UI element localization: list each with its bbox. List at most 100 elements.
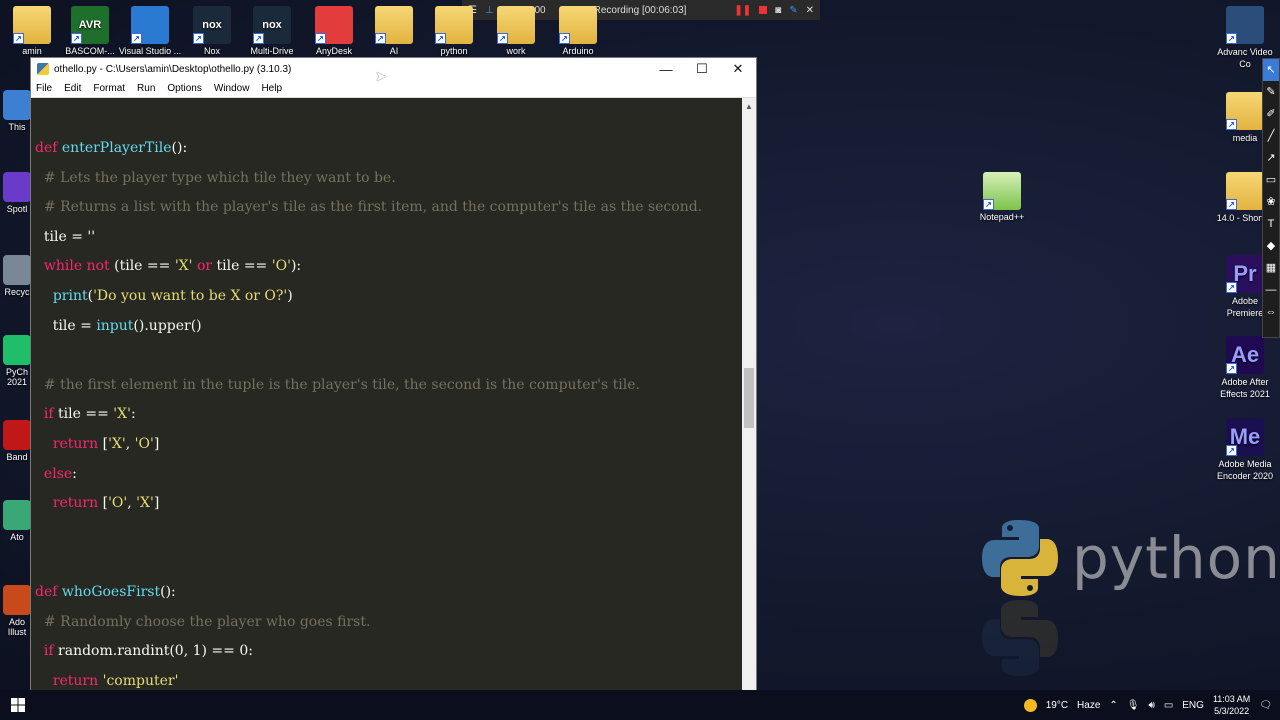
weather-description[interactable]: Haze: [1077, 700, 1100, 711]
shortcut-arrow-icon: ↗: [1226, 445, 1237, 456]
eraser-icon[interactable]: ◆: [1263, 235, 1279, 257]
camera-icon[interactable]: ◙: [775, 5, 781, 16]
volume-icon[interactable]: 🔊︎: [1149, 700, 1155, 711]
atom-icon: [3, 500, 31, 530]
code-token: if: [43, 406, 54, 423]
menu-run[interactable]: Run: [137, 83, 155, 94]
pause-icon[interactable]: ❚❚: [734, 5, 751, 16]
code-token: whoGoesFirst: [61, 583, 161, 600]
desktop-icon-after-effects[interactable]: Ae ↗ Adobe After Effects 2021: [1214, 336, 1276, 400]
menu-edit[interactable]: Edit: [64, 83, 81, 94]
anydesk-icon: ↗: [315, 6, 353, 44]
visual-studio-code-icon: ↗: [131, 6, 169, 44]
desktop-icon-label: Band: [6, 452, 28, 462]
language-indicator[interactable]: ENG: [1182, 700, 1204, 711]
pencil-icon[interactable]: ✎: [1263, 81, 1279, 103]
code-editor[interactable]: def enterPlayerTile(): # Lets the player…: [31, 98, 743, 720]
python-logo: python: [980, 518, 1280, 678]
weather-temperature[interactable]: 19°C: [1046, 700, 1068, 711]
desktop-icon-bandicam[interactable]: Band: [0, 420, 34, 462]
palette-icon[interactable]: ❀: [1263, 191, 1279, 213]
desktop-icon-visual-studio[interactable]: ↗ Visual Studio ...: [118, 6, 182, 56]
desktop-icon-pycharm[interactable]: PyCh 2021: [0, 335, 34, 387]
desktop-icon-bascom[interactable]: AVR ↗ BASCOM-...: [58, 6, 122, 56]
notepad-plus-plus-icon: ↗: [983, 172, 1021, 210]
minimize-button[interactable]: —: [648, 62, 684, 77]
rectangle-icon[interactable]: ▭: [1263, 169, 1279, 191]
line-icon[interactable]: ╱: [1263, 125, 1279, 147]
notification-icon[interactable]: 🗨︎: [1259, 700, 1272, 711]
desktop-icon-atom[interactable]: Ato: [0, 500, 34, 542]
clock[interactable]: 11:03 AM 5/3/2022: [1213, 693, 1250, 717]
desktop-icon-amin[interactable]: ↗ amin: [0, 6, 64, 56]
chevron-up-icon[interactable]: ⌃: [1109, 700, 1117, 711]
illustrator-icon: [3, 585, 31, 615]
maximize-button[interactable]: ☐: [684, 61, 720, 77]
premiere-icon: Pr ↗: [1226, 255, 1264, 293]
code-token: ():: [171, 140, 188, 156]
network-icon[interactable]: ▭: [1164, 700, 1173, 711]
arrow-draw-icon[interactable]: ↗: [1263, 147, 1279, 169]
text-icon[interactable]: T: [1263, 213, 1279, 235]
desktop-icon-notepad-plus-plus[interactable]: ↗ Notepad++: [970, 172, 1034, 222]
desktop-icon-spotlight[interactable]: Spotl: [0, 172, 34, 214]
menu-format[interactable]: Format: [93, 83, 125, 94]
desktop-icon-work[interactable]: ↗ work: [484, 6, 548, 56]
code-token: ):: [290, 258, 302, 275]
title-bar[interactable]: othello.py - C:\Users\amin\Desktop\othel…: [31, 58, 756, 80]
cursor-icon[interactable]: ↖: [1263, 59, 1279, 81]
scrollbar-thumb[interactable]: [744, 368, 754, 428]
stop-icon[interactable]: [759, 6, 768, 14]
code-line: else:: [31, 460, 743, 490]
this-pc-icon: [3, 90, 31, 120]
desktop-icon-multi-drive[interactable]: nox ↗ Multi-Drive: [240, 6, 304, 56]
desktop-icon-label: PyCh 2021: [5, 367, 28, 387]
code-token: ]: [153, 495, 160, 512]
desktop-icon-label: Adobe After Effects 2021: [1220, 377, 1270, 399]
menu-file[interactable]: File: [36, 83, 52, 94]
code-token: :: [130, 406, 136, 423]
shortcut-arrow-icon: ↗: [71, 33, 82, 44]
code-token: # Randomly choose the player who goes fi…: [35, 613, 371, 630]
desktop-icon-nox[interactable]: nox ↗ Nox: [180, 6, 244, 56]
shortcut-arrow-icon: ↗: [1226, 119, 1237, 130]
start-button[interactable]: [0, 690, 36, 720]
desktop-icon-this-pc[interactable]: This: [0, 90, 34, 132]
annotation-toolbar: ↖ ✎ ✐ ╱ ↗ ▭ ❀ T ◆ ▦ — ⇔: [1262, 58, 1280, 338]
shortcut-arrow-icon: ↗: [131, 33, 142, 44]
menu-options[interactable]: Options: [167, 83, 201, 94]
desktop-icon-label: work: [506, 46, 526, 56]
menu-window[interactable]: Window: [214, 83, 250, 94]
expand-icon[interactable]: ⇔: [1263, 301, 1279, 323]
desktop-icon-label: Notepad++: [979, 212, 1025, 222]
vertical-scrollbar[interactable]: ▲: [742, 98, 756, 720]
code-line: # the first element in the tuple is the …: [31, 371, 743, 401]
nox-icon: nox ↗: [193, 6, 231, 44]
thickness-icon[interactable]: —: [1263, 279, 1279, 301]
desktop-icon-arduino[interactable]: ↗ Arduino: [546, 6, 610, 56]
shortcut-arrow-icon: ↗: [1226, 199, 1237, 210]
desktop-icon-illustrator[interactable]: Ado Illust: [0, 585, 34, 637]
close-button[interactable]: ✕: [720, 61, 756, 77]
python-mark-icon: [982, 520, 1058, 596]
desktop-icon-python[interactable]: ↗ python: [422, 6, 486, 56]
code-token: input: [96, 317, 134, 334]
code-line: if random.randint(0, 1) == 0:: [31, 637, 743, 667]
desktop-icon-recycle-bin[interactable]: Recyc: [0, 255, 34, 297]
checker-icon[interactable]: ▦: [1263, 257, 1279, 279]
scroll-up-icon[interactable]: ▲: [745, 102, 753, 111]
code-line: tile = '': [31, 223, 743, 253]
desktop-icon-ai[interactable]: ↗ AI: [362, 6, 426, 56]
marker-icon[interactable]: ✐: [1263, 103, 1279, 125]
close-icon[interactable]: ✕: [806, 5, 814, 16]
desktop-icon-media-encoder[interactable]: Me ↗ Adobe Media Encoder 2020: [1214, 418, 1276, 482]
menu-help[interactable]: Help: [261, 83, 282, 94]
code-token: (tile ==: [109, 258, 175, 275]
code-token: ():: [160, 583, 176, 600]
desktop-icon-anydesk[interactable]: ↗ AnyDesk: [302, 6, 366, 56]
microphone-icon[interactable]: 🎙︎: [1127, 700, 1140, 711]
pen-icon[interactable]: ✎: [789, 5, 797, 16]
